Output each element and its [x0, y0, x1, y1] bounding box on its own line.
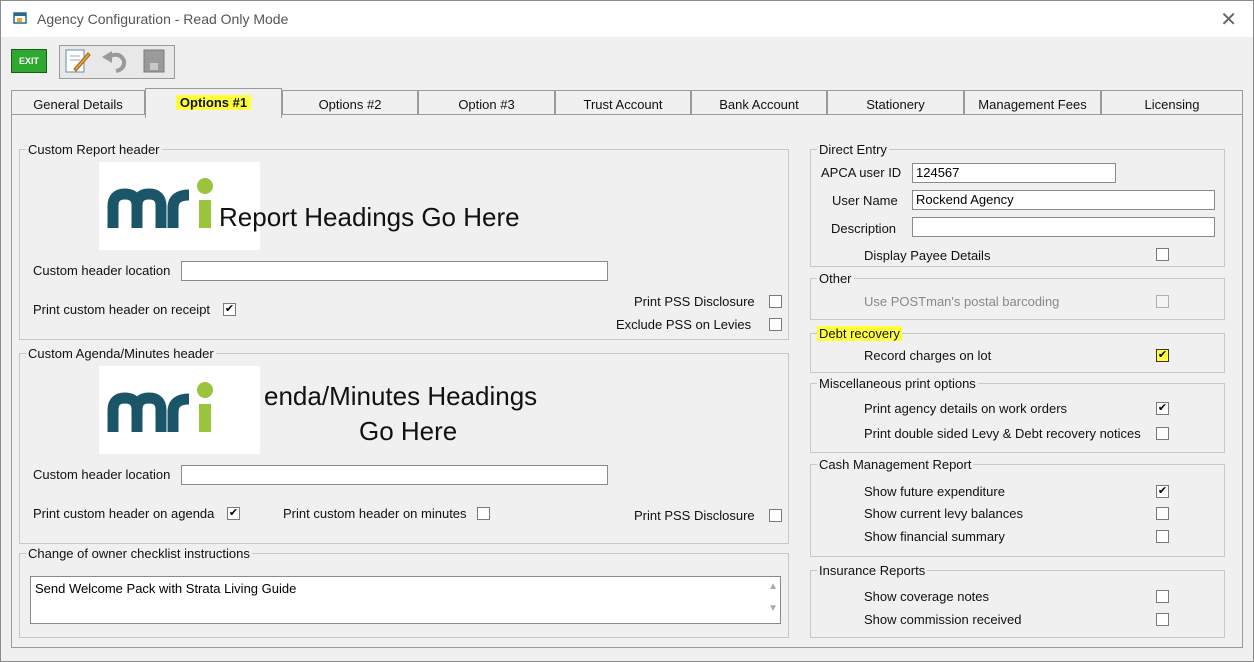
tab-bank-account[interactable]: Bank Account — [691, 90, 827, 116]
mri-logo-icon — [107, 382, 213, 432]
report-pss-label: Print PSS Disclosure — [634, 294, 755, 309]
agenda-pss-label: Print PSS Disclosure — [634, 508, 755, 523]
report-pss-checkbox[interactable] — [769, 295, 782, 308]
agenda-pss-checkbox[interactable] — [769, 509, 782, 522]
current-levy-checkbox[interactable] — [1156, 507, 1169, 520]
owner-checklist-legend: Change of owner checklist instructions — [26, 546, 252, 561]
tab-general-details[interactable]: General Details — [11, 90, 145, 116]
cash-mgmt-legend: Cash Management Report — [817, 457, 974, 472]
postman-checkbox — [1156, 295, 1169, 308]
record-charges-checkbox[interactable]: ✔ — [1156, 349, 1169, 362]
report-header-group: Custom Report header Report Headings Go … — [19, 142, 789, 340]
other-group: Other Use POSTman's postal barcoding — [810, 271, 1225, 320]
report-logo-text: Report Headings Go Here — [219, 202, 520, 232]
misc-print-group: Miscellaneous print options Print agency… — [810, 376, 1225, 453]
agency-details-label: Print agency details on work orders — [864, 401, 1068, 416]
agenda-header-group: Custom Agenda/Minutes header enda/Minute… — [19, 346, 789, 544]
exit-button[interactable]: EXIT — [11, 49, 47, 73]
close-icon[interactable]: ✕ — [1220, 7, 1237, 32]
owner-checklist-textarea[interactable]: Send Welcome Pack with Strata Living Gui… — [30, 576, 781, 624]
print-minutes-checkbox[interactable] — [477, 507, 490, 520]
misc-print-legend: Miscellaneous print options — [817, 376, 978, 391]
username-label: User Name — [832, 193, 898, 208]
cash-mgmt-group: Cash Management Report Show future expen… — [810, 457, 1225, 557]
direct-entry-group: Direct Entry APCA user ID 124567 User Na… — [810, 142, 1225, 267]
agenda-logo-text-2: Go Here — [359, 416, 458, 446]
agency-details-checkbox[interactable]: ✔ — [1156, 402, 1169, 415]
tab-panel-options-1: Custom Report header Report Headings Go … — [11, 114, 1243, 648]
report-location-label: Custom header location — [33, 263, 171, 278]
tab-management-fees[interactable]: Management Fees — [964, 90, 1101, 116]
insurance-legend: Insurance Reports — [817, 563, 928, 578]
display-payee-checkbox[interactable] — [1156, 248, 1169, 261]
tab-stationery[interactable]: Stationery — [827, 90, 964, 116]
app-window-icon — [13, 12, 27, 24]
tab-trust-account[interactable]: Trust Account — [555, 90, 691, 116]
direct-entry-legend: Direct Entry — [817, 142, 889, 157]
agenda-header-legend: Custom Agenda/Minutes header — [26, 346, 216, 361]
save-icon[interactable] — [138, 47, 170, 75]
agency-config-window: Agency Configuration - Read Only Mode ✕ … — [0, 0, 1254, 662]
owner-checklist-text: Send Welcome Pack with Strata Living Gui… — [35, 581, 297, 596]
postman-label: Use POSTman's postal barcoding — [864, 294, 1060, 309]
exclude-pss-checkbox[interactable] — [769, 318, 782, 331]
undo-icon[interactable] — [98, 47, 132, 75]
scroll-down-icon[interactable]: ▼ — [768, 603, 778, 614]
agenda-logo-image — [99, 366, 260, 454]
report-header-legend: Custom Report header — [26, 142, 162, 157]
commission-label: Show commission received — [864, 612, 1022, 627]
apca-label: APCA user ID — [821, 165, 902, 180]
coverage-label: Show coverage notes — [864, 589, 990, 604]
coverage-checkbox[interactable] — [1156, 590, 1169, 603]
print-agenda-checkbox[interactable]: ✔ — [227, 507, 240, 520]
description-label: Description — [831, 221, 897, 236]
double-sided-checkbox[interactable] — [1156, 427, 1169, 440]
future-exp-checkbox[interactable]: ✔ — [1156, 485, 1169, 498]
print-agenda-label: Print custom header on agenda — [33, 506, 215, 521]
financial-summary-checkbox[interactable] — [1156, 530, 1169, 543]
double-sided-label: Print double sided Levy & Debt recovery … — [864, 426, 1141, 441]
scroll-up-icon[interactable]: ▲ — [768, 581, 778, 592]
commission-checkbox[interactable] — [1156, 613, 1169, 626]
record-charges-label: Record charges on lot — [864, 348, 992, 363]
title-bar: Agency Configuration - Read Only Mode ✕ — [1, 1, 1253, 37]
agenda-location-label: Custom header location — [33, 467, 171, 482]
print-minutes-label: Print custom header on minutes — [283, 506, 467, 521]
agenda-location-input[interactable] — [181, 465, 608, 485]
report-location-input[interactable] — [181, 261, 608, 281]
current-levy-label: Show current levy balances — [864, 506, 1023, 521]
apca-input[interactable]: 124567 — [912, 163, 1116, 183]
insurance-group: Insurance Reports Show coverage notes Sh… — [810, 563, 1225, 638]
edit-icon[interactable] — [62, 47, 92, 75]
other-legend: Other — [817, 271, 854, 286]
display-payee-label: Display Payee Details — [864, 248, 991, 263]
tab-option-3[interactable]: Option #3 — [418, 90, 555, 116]
debt-recovery-group: Debt recovery Record charges on lot ✔ — [810, 326, 1225, 373]
username-input[interactable]: Rockend Agency — [912, 190, 1215, 210]
tab-options-1[interactable]: Options #1 — [145, 88, 282, 118]
print-receipt-checkbox[interactable]: ✔ — [223, 303, 236, 316]
print-receipt-label: Print custom header on receipt — [33, 302, 211, 317]
financial-summary-label: Show financial summary — [864, 529, 1005, 544]
window-title: Agency Configuration - Read Only Mode — [37, 11, 289, 27]
description-input[interactable] — [912, 217, 1215, 237]
exclude-pss-label: Exclude PSS on Levies — [616, 317, 752, 332]
future-exp-label: Show future expenditure — [864, 484, 1005, 499]
tab-options-2[interactable]: Options #2 — [282, 90, 418, 116]
tab-licensing[interactable]: Licensing — [1101, 90, 1243, 116]
owner-checklist-group: Change of owner checklist instructions S… — [19, 546, 789, 638]
debt-recovery-legend: Debt recovery — [817, 326, 902, 341]
agenda-logo-text-1: enda/Minutes Headings — [264, 381, 538, 411]
